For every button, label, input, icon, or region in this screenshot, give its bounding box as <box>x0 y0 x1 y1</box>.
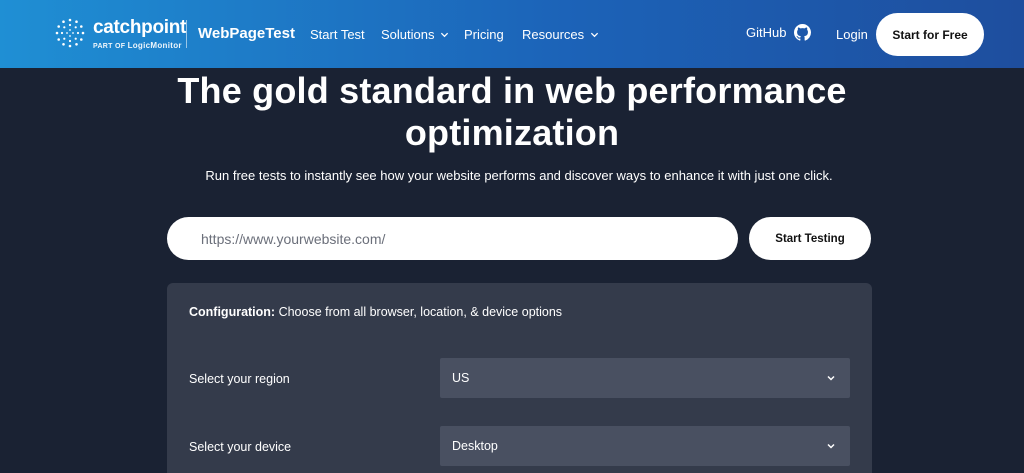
device-select-value: Desktop <box>452 439 498 453</box>
nav-pricing[interactable]: Pricing <box>464 27 504 42</box>
brand-name[interactable]: catchpoint <box>93 17 186 39</box>
brand-sub-company: LogicMonitor <box>127 41 182 50</box>
chevron-down-icon <box>591 32 599 38</box>
nav-solutions[interactable]: Solutions <box>381 27 449 42</box>
nav-label: Solutions <box>381 27 435 42</box>
nav-label: Pricing <box>464 27 504 42</box>
configuration-heading-text: Choose from all browser, location, & dev… <box>275 305 563 319</box>
start-testing-button[interactable]: Start Testing <box>749 217 871 260</box>
brand-sub-prefix: PART OF <box>93 43 126 50</box>
chevron-down-icon <box>441 32 449 38</box>
login-link[interactable]: Login <box>836 27 868 42</box>
device-label: Select your device <box>189 440 292 454</box>
region-label: Select your region <box>189 372 290 386</box>
title-line-2: optimization <box>404 112 620 153</box>
configuration-heading: Configuration: Choose from all browser, … <box>189 305 562 319</box>
header-divider <box>186 20 187 48</box>
github-link[interactable]: GitHub <box>746 24 812 41</box>
region-select[interactable]: US <box>440 358 850 398</box>
title-line-1: The gold standard in web performance <box>177 70 847 111</box>
github-icon <box>794 24 812 41</box>
nav-resources[interactable]: Resources <box>522 27 599 42</box>
start-for-free-button[interactable]: Start for Free <box>876 13 984 56</box>
github-label: GitHub <box>746 25 787 40</box>
device-select[interactable]: Desktop <box>440 426 850 466</box>
configuration-heading-bold: Configuration: <box>189 305 276 319</box>
page-subtitle: Run free tests to instantly see how your… <box>205 168 833 183</box>
catchpoint-logo-icon[interactable] <box>54 17 86 49</box>
chevron-down-icon <box>827 443 835 449</box>
url-input[interactable] <box>167 217 738 260</box>
region-select-value: US <box>452 371 470 385</box>
chevron-down-icon <box>827 375 835 381</box>
nav-start-test[interactable]: Start Test <box>310 27 365 42</box>
page-title: The gold standard in web performance opt… <box>0 70 1024 154</box>
brand-parent-company: PART OF LogicMonitor <box>93 41 182 50</box>
nav-label: Resources <box>522 27 585 42</box>
site-header: catchpoint PART OF LogicMonitor WebPageT… <box>0 0 1024 68</box>
product-name[interactable]: WebPageTest <box>198 25 295 42</box>
nav-label: Start Test <box>310 27 365 42</box>
